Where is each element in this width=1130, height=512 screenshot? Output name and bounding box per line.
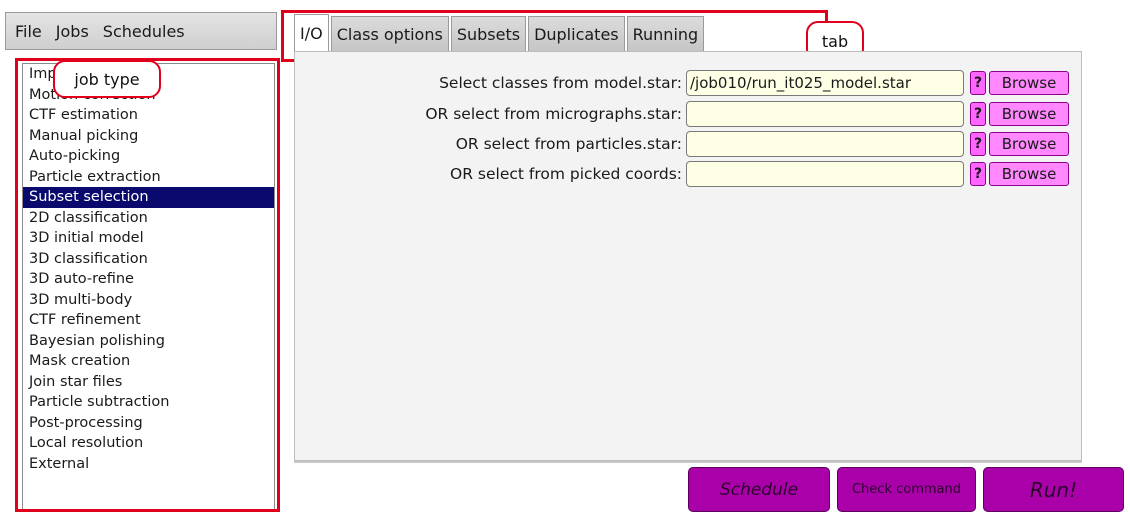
job-type-local-resolution[interactable]: Local resolution — [23, 433, 274, 454]
tab-duplicates[interactable]: Duplicates — [528, 16, 625, 52]
job-type-list[interactable]: Import Motion correction CTF estimation … — [22, 63, 275, 512]
help-button[interactable]: ? — [970, 132, 986, 156]
menu-jobs[interactable]: Jobs — [49, 22, 96, 41]
browse-button[interactable]: Browse — [989, 132, 1069, 156]
job-type-ctf-estimation[interactable]: CTF estimation — [23, 105, 274, 126]
panel-divider — [294, 461, 1082, 463]
field-label: OR select from picked coords: — [450, 165, 682, 183]
job-type-join-star-files[interactable]: Join star files — [23, 372, 274, 393]
run-button[interactable]: Run! — [983, 467, 1124, 512]
menu-schedules[interactable]: Schedules — [96, 22, 192, 41]
job-type-post-processing[interactable]: Post-processing — [23, 413, 274, 434]
tab-io[interactable]: I/O — [294, 14, 329, 52]
job-type-auto-picking[interactable]: Auto-picking — [23, 146, 274, 167]
menu-file[interactable]: File — [6, 22, 49, 41]
job-type-3d-auto-refine[interactable]: 3D auto-refine — [23, 269, 274, 290]
schedule-button[interactable]: Schedule — [688, 467, 830, 512]
field-label: Select classes from model.star: — [439, 74, 682, 92]
job-type-external[interactable]: External — [23, 454, 274, 475]
job-type-bayesian-polishing[interactable]: Bayesian polishing — [23, 331, 274, 352]
field-row-picked-coords: OR select from picked coords: ? Browse — [294, 161, 1069, 187]
help-button[interactable]: ? — [970, 71, 986, 95]
picked-coords-input[interactable] — [686, 161, 964, 187]
job-type-callout: job type — [53, 60, 161, 98]
check-command-button[interactable]: Check command — [837, 467, 976, 512]
tab-subsets[interactable]: Subsets — [450, 16, 527, 52]
help-button[interactable]: ? — [970, 162, 986, 186]
tab-running[interactable]: Running — [626, 16, 705, 52]
menu-bar: File Jobs Schedules — [5, 12, 277, 50]
job-type-2d-classification[interactable]: 2D classification — [23, 208, 274, 229]
help-button[interactable]: ? — [970, 102, 986, 126]
job-type-3d-multi-body[interactable]: 3D multi-body — [23, 290, 274, 311]
job-type-mask-creation[interactable]: Mask creation — [23, 351, 274, 372]
job-type-manual-picking[interactable]: Manual picking — [23, 126, 274, 147]
browse-button[interactable]: Browse — [989, 162, 1069, 186]
job-type-3d-initial-model[interactable]: 3D initial model — [23, 228, 274, 249]
job-type-3d-classification[interactable]: 3D classification — [23, 249, 274, 270]
job-type-particle-extraction[interactable]: Particle extraction — [23, 167, 274, 188]
field-label: OR select from particles.star: — [455, 135, 682, 153]
field-row-micrographs-star: OR select from micrographs.star: ? Brows… — [294, 101, 1069, 127]
browse-button[interactable]: Browse — [989, 71, 1069, 95]
job-type-particle-subtraction[interactable]: Particle subtraction — [23, 392, 274, 413]
browse-button[interactable]: Browse — [989, 102, 1069, 126]
particles-star-input[interactable] — [686, 131, 964, 157]
field-label: OR select from micrographs.star: — [425, 105, 682, 123]
micrographs-star-input[interactable] — [686, 101, 964, 127]
job-type-subset-selection[interactable]: Subset selection — [23, 187, 274, 208]
job-type-ctf-refinement[interactable]: CTF refinement — [23, 310, 274, 331]
tab-bar: I/O Class options Subsets Duplicates Run… — [294, 12, 706, 52]
field-row-particles-star: OR select from particles.star: ? Browse — [294, 131, 1069, 157]
model-star-input[interactable]: /job010/run_it025_model.star — [686, 70, 964, 96]
field-row-model-star: Select classes from model.star: /job010/… — [294, 70, 1069, 96]
tab-class-options[interactable]: Class options — [330, 16, 449, 52]
